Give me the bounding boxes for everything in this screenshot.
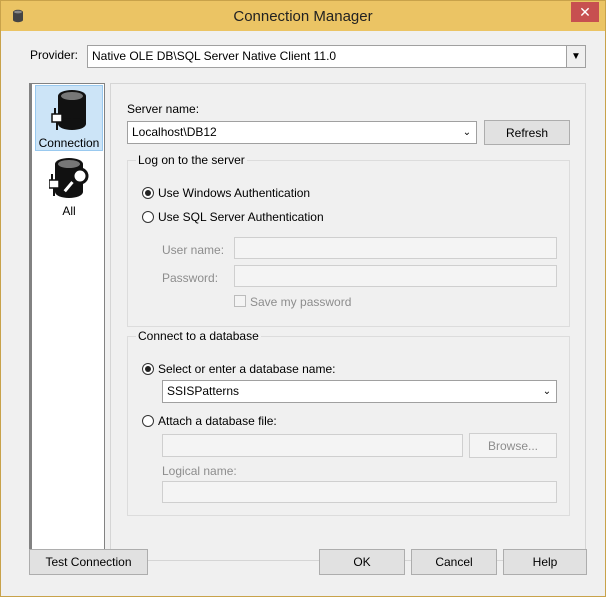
password-label: Password: bbox=[162, 271, 219, 285]
windows-auth-radio[interactable] bbox=[142, 187, 154, 199]
provider-value: Native OLE DB\SQL Server Native Client 1… bbox=[92, 49, 337, 63]
database-group: Connect to a database Select or enter a … bbox=[127, 329, 570, 516]
select-database-label[interactable]: Select or enter a database name: bbox=[158, 362, 335, 376]
cancel-button[interactable]: Cancel bbox=[411, 549, 497, 575]
nav-item-all[interactable]: All bbox=[35, 154, 103, 220]
chevron-down-icon[interactable]: ⌄ bbox=[538, 381, 556, 402]
database-group-title: Connect to a database bbox=[136, 329, 261, 343]
chevron-down-icon[interactable]: ⌄ bbox=[458, 122, 476, 143]
nav-label-connection: Connection bbox=[38, 136, 100, 150]
password-field[interactable] bbox=[234, 265, 557, 287]
title-bar[interactable]: Connection Manager ✕ bbox=[1, 1, 605, 31]
window-title: Connection Manager bbox=[233, 8, 373, 25]
database-name-combo[interactable]: SSISPatterns ⌄ bbox=[162, 380, 557, 403]
nav-item-connection[interactable]: Connection bbox=[35, 85, 103, 151]
connection-manager-window: Connection Manager ✕ Provider: Native OL… bbox=[0, 0, 606, 597]
save-password-label[interactable]: Save my password bbox=[250, 295, 351, 309]
attach-database-label[interactable]: Attach a database file: bbox=[158, 414, 277, 428]
logon-group: Log on to the server Use Windows Authent… bbox=[127, 153, 570, 327]
database-name-value: SSISPatterns bbox=[167, 384, 240, 398]
provider-label: Provider: bbox=[30, 48, 79, 62]
provider-select[interactable]: Native OLE DB\SQL Server Native Client 1… bbox=[87, 45, 586, 68]
help-button[interactable]: Help bbox=[503, 549, 587, 575]
logon-group-title: Log on to the server bbox=[136, 153, 247, 167]
page-selector-panel: Connection All bbox=[29, 83, 105, 561]
nav-label-all: All bbox=[62, 204, 76, 218]
logical-name-label: Logical name: bbox=[162, 464, 237, 478]
windows-auth-label[interactable]: Use Windows Authentication bbox=[158, 186, 310, 200]
dialog-body: Provider: Native OLE DB\SQL Server Nativ… bbox=[1, 31, 605, 596]
server-name-label: Server name: bbox=[127, 102, 200, 116]
connection-page: Server name: Localhost\DB12 ⌄ Refresh Lo… bbox=[110, 83, 586, 561]
refresh-button[interactable]: Refresh bbox=[484, 120, 570, 145]
sql-auth-radio[interactable] bbox=[142, 211, 154, 223]
user-name-field[interactable] bbox=[234, 237, 557, 259]
save-password-checkbox[interactable] bbox=[234, 295, 246, 307]
database-plug-icon bbox=[51, 90, 86, 130]
server-name-combo[interactable]: Localhost\DB12 ⌄ bbox=[127, 121, 477, 144]
ok-button[interactable]: OK bbox=[319, 549, 405, 575]
server-name-value: Localhost\DB12 bbox=[132, 125, 217, 139]
close-button[interactable]: ✕ bbox=[571, 2, 599, 22]
logical-name-field[interactable] bbox=[162, 481, 557, 503]
attach-file-field[interactable] bbox=[162, 434, 463, 457]
test-connection-button[interactable]: Test Connection bbox=[29, 549, 148, 575]
database-wrench-icon bbox=[49, 158, 89, 198]
chevron-down-icon[interactable]: ▼ bbox=[566, 46, 585, 67]
user-name-label: User name: bbox=[162, 243, 225, 257]
select-database-radio[interactable] bbox=[142, 363, 154, 375]
sql-auth-label[interactable]: Use SQL Server Authentication bbox=[158, 210, 324, 224]
attach-database-radio[interactable] bbox=[142, 415, 154, 427]
browse-button[interactable]: Browse... bbox=[469, 433, 557, 458]
